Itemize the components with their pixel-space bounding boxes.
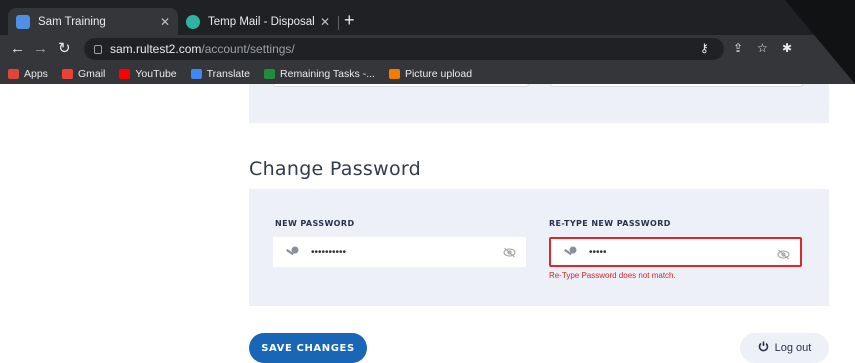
- forward-arrow-icon[interactable]: →: [33, 40, 48, 58]
- sam-training-favicon-icon: [16, 14, 30, 29]
- bookmark-youtube[interactable]: YouTube: [119, 67, 177, 80]
- previous-field-right[interactable]: [550, 84, 803, 87]
- youtube-icon: [119, 68, 131, 79]
- bookmark-label: Apps: [24, 67, 48, 80]
- reload-icon[interactable]: ↻: [58, 40, 71, 58]
- key-icon: [285, 246, 299, 258]
- power-icon: [758, 341, 769, 355]
- retype-password-error: Re-Type Password does not match.: [549, 271, 676, 280]
- logout-label: Log out: [774, 342, 812, 354]
- url-host: sam.rultest2.com: [110, 42, 202, 56]
- key-icon[interactable]: ⚷: [700, 41, 709, 55]
- bookmark-translate[interactable]: Translate: [190, 67, 251, 80]
- bookmark-picture-upload[interactable]: Picture upload: [388, 67, 473, 80]
- bookmarks-bar: Apps Gmail YouTube Translate Remaining T…: [0, 63, 855, 84]
- picture-upload-icon: [388, 68, 400, 79]
- bookmark-label: Gmail: [77, 67, 106, 80]
- tasks-icon: [264, 68, 276, 79]
- gmail-icon: [61, 68, 73, 79]
- new-password-value: ••••••••••: [311, 246, 347, 258]
- address-bar[interactable]: sam.rultest2.com /account/settings/: [84, 38, 724, 60]
- settings-page: Change Password NEW PASSWORD •••••••••• …: [0, 84, 855, 363]
- eye-off-icon[interactable]: [503, 245, 516, 263]
- back-arrow-icon[interactable]: ←: [10, 40, 25, 58]
- previous-field-left[interactable]: [273, 84, 529, 87]
- previous-section-panel: [249, 84, 829, 123]
- new-password-label: NEW PASSWORD: [275, 219, 355, 228]
- page-title: Change Password: [249, 158, 422, 180]
- retype-password-value: •••••: [589, 246, 607, 258]
- close-tab-icon[interactable]: ✕: [160, 15, 170, 29]
- bookmark-label: Remaining Tasks -...: [280, 67, 375, 80]
- bookmark-label: Picture upload: [404, 67, 473, 80]
- translate-icon: [190, 68, 202, 79]
- star-icon[interactable]: ☆: [757, 41, 768, 55]
- bookmark-remaining-tasks[interactable]: Remaining Tasks -...: [264, 68, 375, 80]
- bookmark-label: Translate: [206, 67, 251, 80]
- corner-overlay: [785, 0, 855, 84]
- retype-password-field[interactable]: •••••: [549, 237, 802, 267]
- tab-sam-training[interactable]: Sam Training ✕: [8, 8, 178, 35]
- tab-divider: [338, 16, 339, 30]
- apps-grid-icon: [8, 68, 19, 79]
- tab-title: Sam Training: [38, 15, 106, 28]
- bookmark-apps[interactable]: Apps: [8, 68, 48, 80]
- tab-title: Temp Mail - Disposable Tempo: [208, 15, 314, 28]
- url-path: /account/settings/: [201, 42, 295, 56]
- share-icon[interactable]: ⇪: [733, 41, 743, 55]
- lock-icon: [94, 44, 102, 54]
- browser-chrome: Sam Training ✕ Temp Mail - Disposable Te…: [0, 0, 855, 84]
- tab-temp-mail[interactable]: Temp Mail - Disposable Tempo ✕: [178, 8, 338, 35]
- browser-toolbar: ← → ↻ sam.rultest2.com /account/settings…: [0, 35, 855, 63]
- close-tab-icon[interactable]: ✕: [320, 15, 330, 29]
- bookmark-gmail[interactable]: Gmail: [61, 67, 106, 80]
- tab-strip: Sam Training ✕ Temp Mail - Disposable Te…: [0, 0, 855, 35]
- retype-password-label: RE-TYPE NEW PASSWORD: [549, 219, 671, 228]
- change-password-panel: NEW PASSWORD •••••••••• RE-TYPE NEW PASS…: [249, 189, 829, 306]
- temp-mail-favicon-icon: [186, 14, 200, 29]
- new-tab-button[interactable]: +: [344, 11, 355, 29]
- key-icon: [563, 246, 577, 258]
- bookmark-label: YouTube: [135, 67, 177, 80]
- new-password-field[interactable]: ••••••••••: [273, 237, 526, 267]
- eye-off-icon[interactable]: [777, 247, 790, 265]
